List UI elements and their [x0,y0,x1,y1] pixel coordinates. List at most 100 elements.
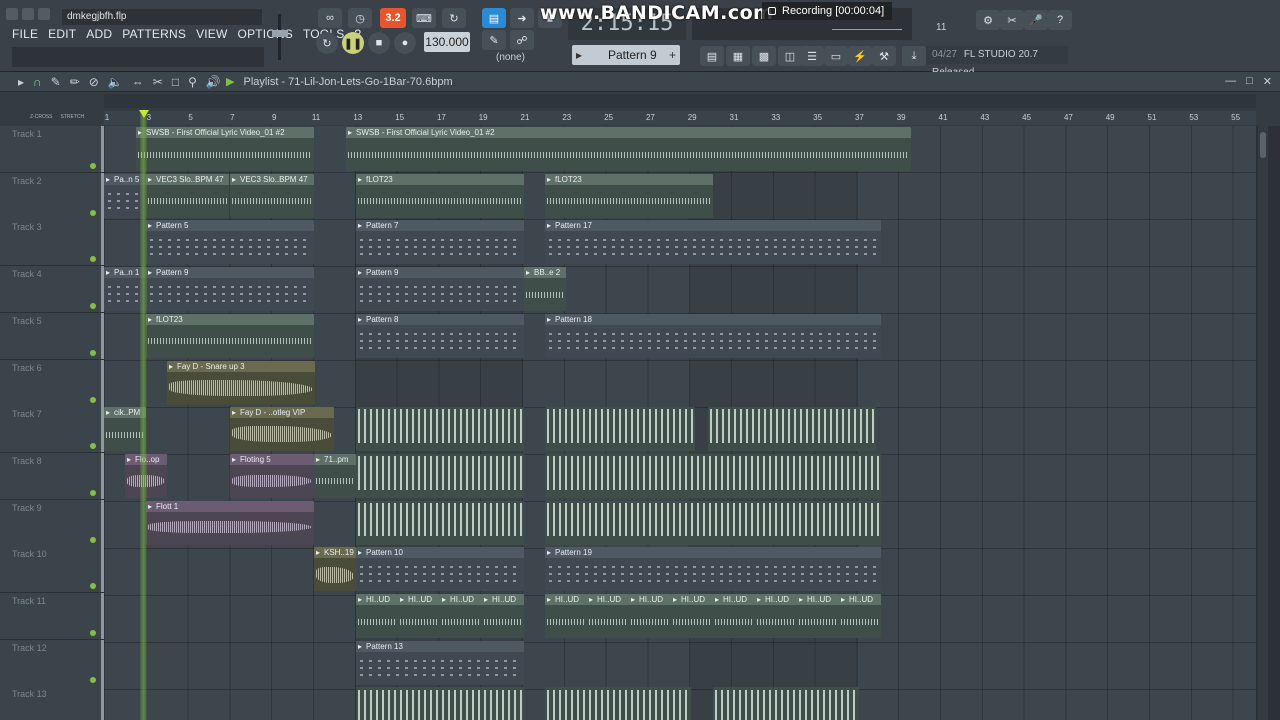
slip-tool-icon[interactable]: ⇔ [132,75,144,89]
minimize-icon[interactable]: — [1225,75,1236,88]
stretch-label[interactable]: STRETCH [61,114,85,120]
playlist-clip[interactable] [356,407,524,452]
playlist-icon[interactable]: ▤ [700,46,724,66]
track-header[interactable]: Track 1 [0,126,104,173]
channel-selector[interactable]: (none) [496,52,525,63]
pause-button[interactable]: ❚❚ [342,32,364,54]
add-pattern-icon[interactable]: + [669,45,676,65]
track-mute-led[interactable] [90,256,96,263]
track-mute-led[interactable] [90,630,96,636]
arrow-right-icon[interactable]: ➜ [510,8,534,28]
record-button[interactable]: ● [394,32,416,54]
playlist-clip[interactable]: Pattern 13 [356,640,524,685]
playlist-clip[interactable] [545,407,695,452]
playlist-clip[interactable]: fLOT23 [545,173,713,218]
playlist-view-icon[interactable]: ▤ [482,8,506,28]
playlist-clip[interactable] [545,687,691,720]
track-mute-led[interactable] [90,489,96,496]
zcross-label[interactable]: Z-CROSS [30,114,53,120]
playlist-clip[interactable]: Pattern 7 [356,220,524,265]
playlist-clip[interactable]: HI..UD [545,594,587,638]
playlist-clip[interactable]: Pattern 17 [545,220,881,265]
track-header[interactable]: Track 11 [0,593,104,640]
menu-view[interactable]: VIEW [196,27,227,41]
playlist-clip[interactable]: HI..UD [398,594,440,638]
playlist-clip[interactable]: HI..UD [587,594,629,638]
playlist-clip[interactable]: HI..UD [629,594,671,638]
news-ticker[interactable]: 04/27 FL STUDIO 20.7 Released [926,46,1068,78]
menu-patterns[interactable]: PATTERNS [122,27,186,41]
playlist-clip[interactable]: 71..pm [314,453,356,498]
track-header[interactable]: Track 12 [0,639,104,687]
typing-keyboard-icon[interactable]: ⌨ [412,8,436,28]
channel-rack-icon[interactable]: ▦ [726,46,750,66]
playlist-clip[interactable] [545,500,881,545]
close-icon[interactable]: ✕ [1263,75,1272,88]
playlist-clip[interactable]: HI..UD [671,594,713,638]
pencil-icon[interactable]: ✎ [482,30,506,50]
loop-icon[interactable]: ↻ [316,32,338,54]
mic-icon[interactable]: 🎤 [1024,10,1048,30]
playlist-clip[interactable]: Pattern 5 [146,220,314,265]
plugin-icon[interactable]: ⚡ [848,46,872,66]
cpu-icon[interactable]: ⚙ [976,10,1000,30]
playlist-play-icon[interactable]: ▶ [226,76,234,88]
mute-tool-icon[interactable]: 🔈 [108,75,123,89]
playlist-clip[interactable]: HI..UD [839,594,881,638]
download-icon[interactable]: ⤓ [902,46,926,66]
playlist-clip[interactable] [708,407,876,452]
master-volume-slider[interactable] [268,12,292,62]
track-mute-led[interactable] [90,583,96,590]
pattern-prev-icon[interactable]: ▸ [576,45,582,65]
arrow-icon[interactable]: ▸ [18,75,24,89]
playlist-clip[interactable] [545,453,881,498]
select-tool-icon[interactable]: □ [172,75,179,89]
stop-button[interactable]: ■ [368,32,390,54]
playlist-clip[interactable]: Pattern 8 [356,313,524,358]
menu-add[interactable]: ADD [86,27,112,41]
track-header[interactable]: Track 2 [0,172,104,220]
help-icon[interactable]: ? [1048,10,1072,30]
vertical-scrollbar[interactable] [1258,126,1268,720]
mixer-icon[interactable]: ☰ [800,46,824,66]
playlist-clip[interactable] [356,453,524,498]
track-mute-led[interactable] [90,163,96,169]
playlist-clip[interactable] [713,687,859,720]
slice-tool-icon[interactable]: ✂ [153,75,163,89]
playhead-marker[interactable] [139,110,149,118]
playlist-clip[interactable]: Fay D - ..otleg VIP [230,407,334,452]
playlist-clip[interactable]: Pattern 9 [146,267,314,312]
delete-tool-icon[interactable]: ⊘ [89,75,99,89]
track-header[interactable]: Track 3 [0,219,104,267]
slider-knob[interactable] [272,30,288,37]
metronome-icon[interactable]: ∞ [318,8,342,28]
track-header[interactable]: Track 13 [0,686,104,720]
playlist-clip[interactable]: HI..UD [356,594,398,638]
track-mute-led[interactable] [90,303,96,310]
scissors-icon[interactable]: ✂ [1000,10,1024,30]
close-icon[interactable] [6,8,18,20]
playlist-clip[interactable] [356,687,524,720]
playlist-clip[interactable]: SWSB - First Official Lyric Video_01 #2 [136,127,314,171]
draw-tool-icon[interactable]: ✎ [51,75,61,89]
track-mute-led[interactable] [90,396,96,403]
track-header[interactable]: Track 10 [0,546,104,594]
track-header[interactable]: Track 6 [0,359,104,407]
track-header[interactable]: Track 8 [0,452,104,500]
playlist-clip[interactable]: HI..UD [755,594,797,638]
maximize-icon[interactable] [38,8,50,20]
track-header[interactable]: Track 7 [0,406,104,454]
playlist-clip[interactable]: SWSB - First Official Lyric Video_01 #2 [346,127,911,171]
playlist-clip[interactable]: Pattern 10 [356,547,524,592]
track-mute-led[interactable] [90,536,96,543]
playlist-clip[interactable]: Pattern 19 [545,547,881,592]
zoom-tool-icon[interactable]: ⚲ [188,75,197,89]
track-mute-led[interactable] [90,676,96,683]
menu-edit[interactable]: EDIT [48,27,76,41]
playlist-clip[interactable]: Pattern 9 [356,267,524,312]
playlist-clip[interactable]: Floting 5 [230,453,314,498]
playlist-clip[interactable]: HI..UD [797,594,839,638]
playlist-clip[interactable]: fLOT23 [356,173,524,218]
playlist-clip[interactable]: HI..UD [713,594,755,638]
playlist-clip[interactable]: VEC3 Slo..BPM 47 [146,173,229,218]
